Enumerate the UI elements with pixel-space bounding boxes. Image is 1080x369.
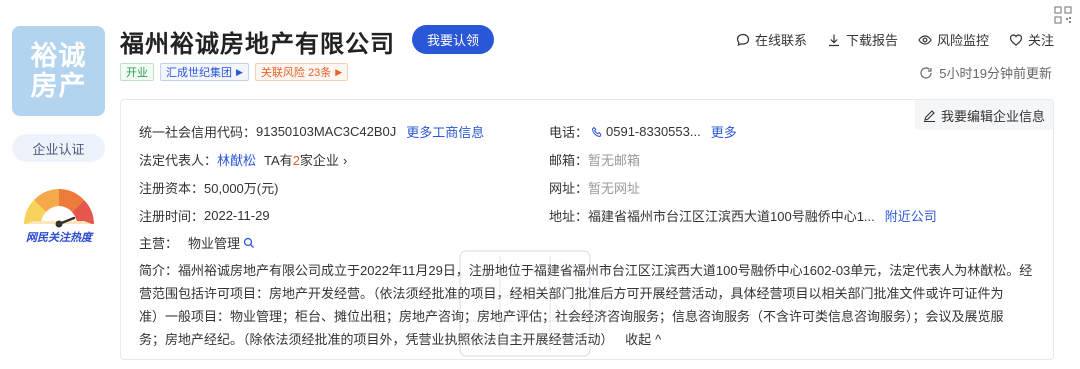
pencil-icon: [923, 109, 935, 122]
capital-label: 注册资本：: [139, 181, 205, 196]
intro-line-2: 营范围包括许可项目：房地产开发经营。（依法须经批准的项目，经相关部门批准后方可开…: [139, 286, 1004, 301]
refresh-icon: [920, 66, 932, 79]
reg-time-value: 2022-11-29: [204, 208, 270, 223]
download-icon: [828, 34, 839, 46]
chat-icon: [736, 33, 750, 46]
caret-right-icon: ▶: [335, 66, 343, 77]
company-name: 福州裕诚房地产有限公司: [120, 31, 395, 58]
risk-monitor-label: 风险监控: [936, 33, 989, 48]
phone-more-link[interactable]: 更多: [711, 122, 737, 141]
ta-count: 2: [292, 153, 300, 168]
reg-time-label: 注册时间：: [139, 209, 205, 224]
capital-value: 50,000万(元): [204, 181, 279, 196]
related-risk-tag[interactable]: 关联风险 23条 ▶: [254, 63, 349, 81]
address-value: 福建省福州市台江区江滨西大道100号融侨中心1...: [588, 209, 875, 224]
info-panel: 我要编辑企业信息 统一社会信用代码： 91350103MAC3C42B0J 更多…: [120, 99, 1054, 360]
main-business-label: 主营：: [139, 236, 179, 251]
legal-rep-link[interactable]: 林猷松: [217, 150, 256, 169]
email-row: 邮箱： 暂无邮箱: [549, 150, 640, 169]
more-business-link[interactable]: 更多工商信息: [406, 122, 484, 141]
heat-label: 网民关注热度: [26, 232, 92, 244]
refresh-status[interactable]: 5小时19分钟前更新: [919, 63, 1052, 82]
caret-right-icon: ▶: [236, 66, 243, 77]
risk-monitor-button[interactable]: 风险监控: [918, 30, 989, 49]
main-business-row: 主营： 物业管理: [139, 233, 258, 252]
download-report-label: 下载报告: [845, 33, 898, 48]
logo-text-line1: 裕诚: [30, 41, 87, 71]
intro-line-4: 务；房地产经纪。（除依法须经批准的项目外，凭营业执照依法自主开展经营活动）: [139, 332, 614, 347]
address-label: 地址：: [549, 209, 589, 224]
edit-info-label: 我要编辑企业信息: [940, 108, 1045, 124]
ta-companies-link[interactable]: TA有2家企业 ›: [264, 150, 347, 169]
eye-icon: [918, 34, 932, 45]
intro-line-4-wrap: 务；房地产经纪。（除依法须经批准的项目外，凭营业执照依法自主开展经营活动） 收起…: [139, 328, 1039, 351]
online-contact-button[interactable]: 在线联系: [736, 30, 807, 49]
edit-info-button[interactable]: 我要编辑企业信息: [914, 100, 1053, 130]
company-tags: 开业 汇成世纪集团 ▶ 关联风险 23条 ▶: [120, 63, 349, 81]
group-tag[interactable]: 汇成世纪集团 ▶: [160, 63, 249, 81]
follow-label: 关注: [1027, 33, 1054, 48]
credit-code-row: 统一社会信用代码： 91350103MAC3C42B0J 更多工商信息: [139, 122, 484, 141]
claim-button[interactable]: 我要认领: [412, 25, 494, 54]
status-badge: 开业: [120, 63, 154, 81]
header-actions: 在线联系 下载报告 风险监控 关注: [736, 30, 1054, 49]
reg-time-row: 注册时间： 2022-11-29: [139, 206, 270, 225]
main-business-value: 物业管理: [188, 236, 241, 251]
company-intro: 简介：福州裕诚房地产有限公司成立于2022年11月29日，注册地位于福建省福州市…: [139, 259, 1039, 351]
email-label: 邮箱：: [549, 153, 589, 168]
download-report-button[interactable]: 下载报告: [827, 30, 898, 49]
online-contact-label: 在线联系: [754, 33, 807, 48]
collapse-toggle[interactable]: 收起 ^: [625, 332, 661, 347]
collapse-label: 收起: [625, 332, 652, 347]
heart-icon: [1009, 33, 1023, 46]
website-row: 网址： 暂无网址: [549, 178, 640, 197]
intro-line-1: 简介：福州裕诚房地产有限公司成立于2022年11月29日，注册地位于福建省福州市…: [139, 263, 1033, 278]
ta-prefix: TA有: [264, 153, 293, 168]
phone-row: 电话： 0591-8330553... 更多: [549, 122, 737, 141]
enterprise-cert-button[interactable]: 企业认证: [12, 134, 105, 162]
nearby-companies-link[interactable]: 附近公司: [885, 206, 937, 225]
website-label: 网址：: [549, 181, 589, 196]
group-tag-label: 汇成世纪集团: [166, 67, 232, 79]
related-risk-label: 关联风险 23条: [260, 67, 332, 79]
ta-suffix: 家企业: [299, 153, 339, 168]
intro-line-3: 准）一般项目：物业管理；柜台、摊位出租；房地产咨询；房地产评估；社会经济咨询服务…: [139, 309, 1004, 324]
qr-code-icon[interactable]: [1054, 6, 1072, 24]
logo-text-line2: 房产: [30, 71, 87, 101]
capital-row: 注册资本： 50,000万(元): [139, 178, 278, 197]
follow-button[interactable]: 关注: [1009, 30, 1054, 49]
chevron-up-icon: ^: [655, 332, 662, 347]
phone-label: 电话：: [549, 125, 589, 140]
phone-value: 0591-8330553...: [606, 124, 701, 139]
credit-code-label: 统一社会信用代码：: [139, 125, 257, 140]
legal-rep-label: 法定代表人：: [139, 153, 218, 168]
company-logo: 裕诚 房产: [12, 26, 105, 116]
email-value: 暂无邮箱: [588, 153, 641, 168]
legal-rep-row: 法定代表人： 林猷松 TA有2家企业 ›: [139, 150, 347, 169]
address-row: 地址： 福建省福州市台江区江滨西大道100号融侨中心1... 附近公司: [549, 206, 937, 225]
phone-icon: [591, 126, 602, 137]
website-value: 暂无网址: [588, 181, 641, 196]
search-icon[interactable]: [243, 237, 255, 249]
refresh-text: 5小时19分钟前更新: [939, 66, 1052, 81]
chevron-right-icon: ›: [342, 153, 348, 168]
credit-code-value: 91350103MAC3C42B0J: [256, 124, 397, 139]
